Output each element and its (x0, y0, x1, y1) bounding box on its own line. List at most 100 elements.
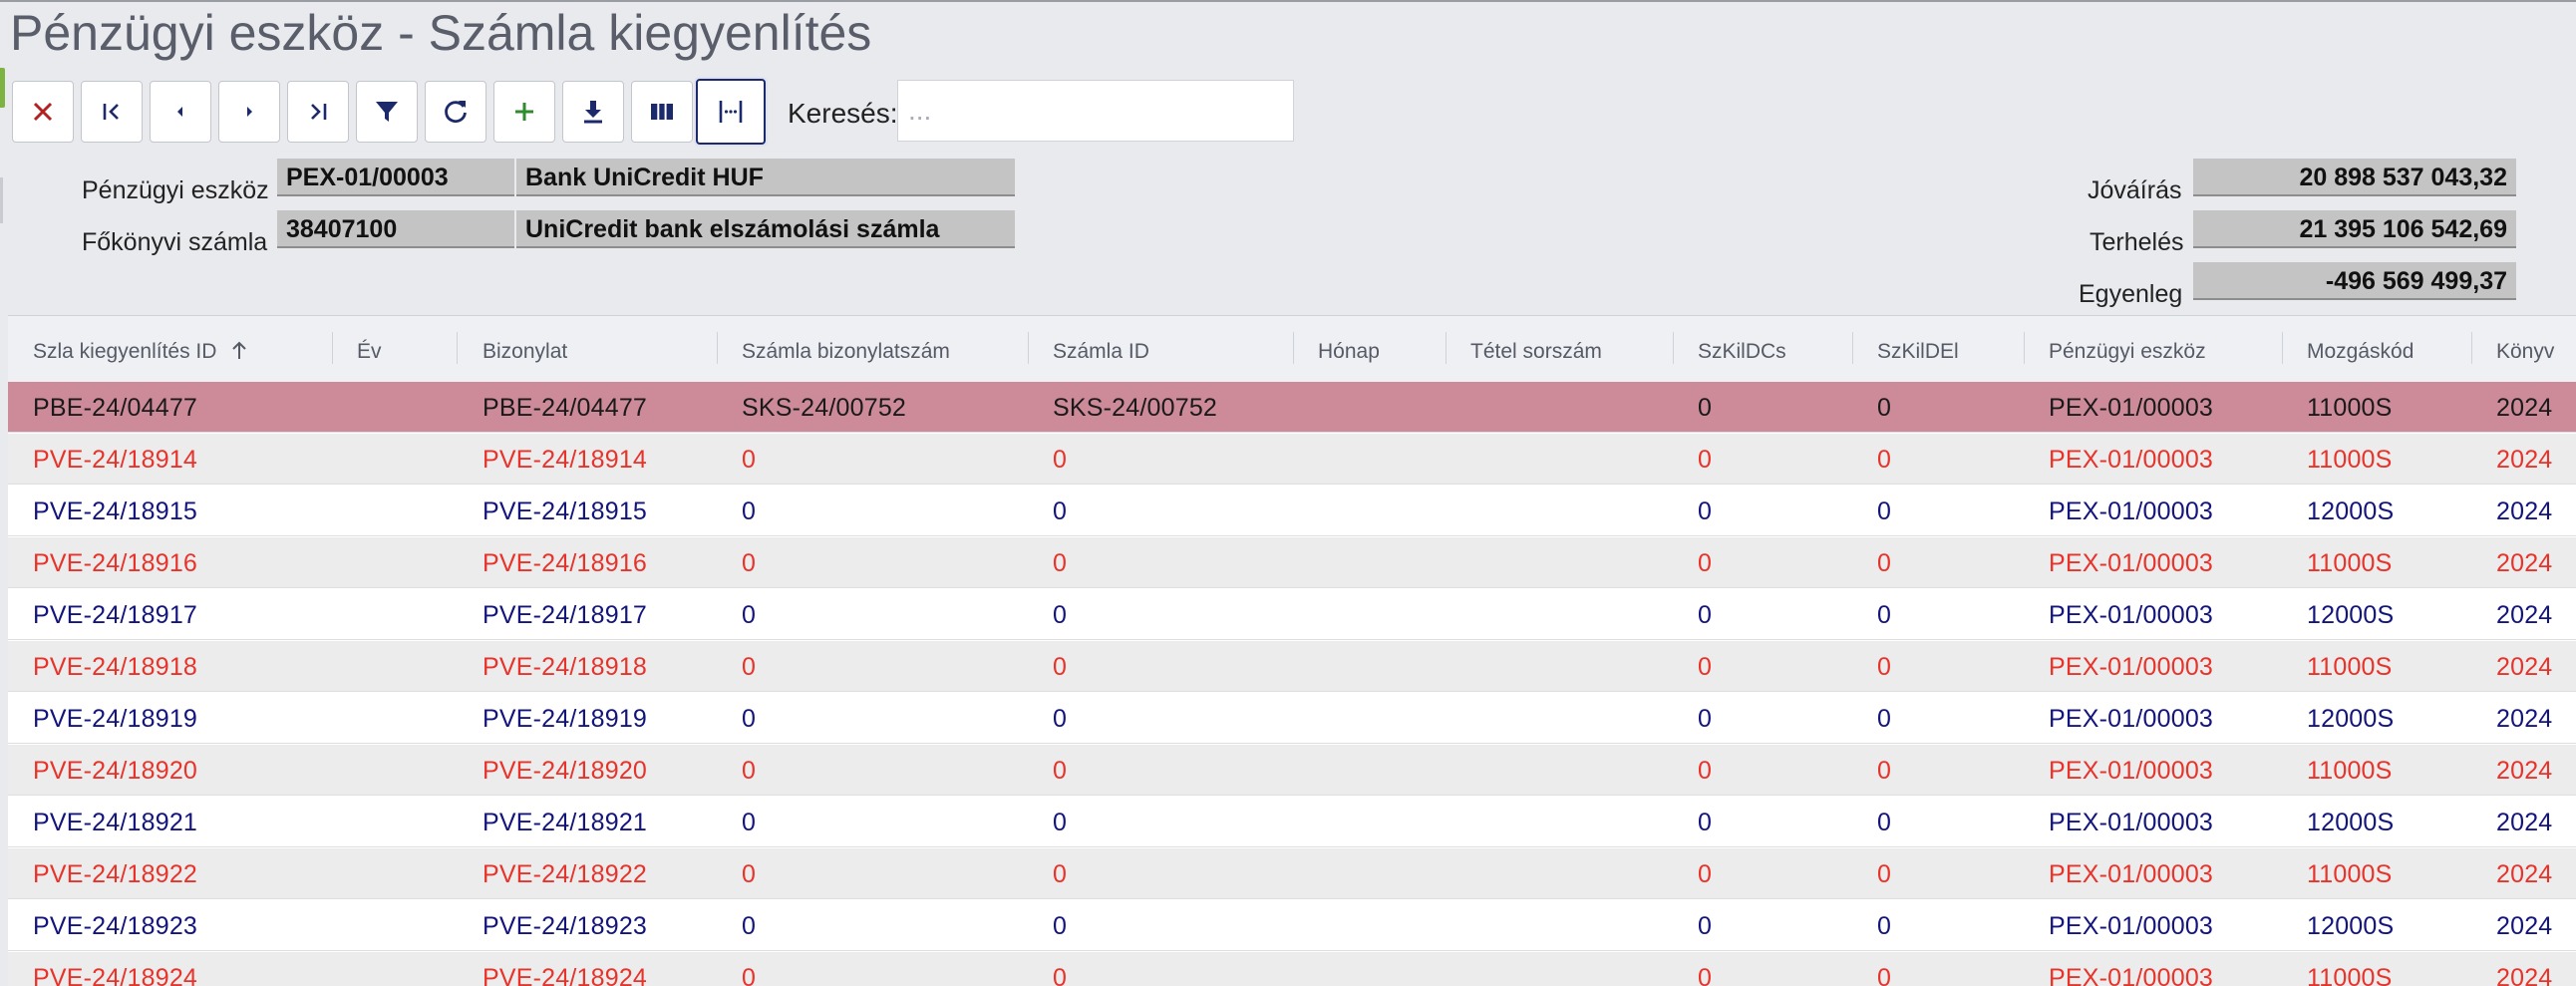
cell-szamla-id: SKS-24/00752 (1053, 394, 1218, 422)
cell-bizonylat: PVE-24/18915 (483, 497, 648, 525)
column-divider (1673, 332, 1674, 364)
cell-szkildcs: 0 (1698, 809, 1713, 836)
asset-label: Pénzügyi eszköz (82, 176, 269, 204)
table-row[interactable]: PVE-24/18914 PVE-24/18914 0 0 0 0 PEX-01/00003… (8, 434, 2576, 485)
cell-szkildcs: 0 (1698, 446, 1713, 474)
cell-bizonylat: PVE-24/18919 (483, 705, 648, 733)
column-divider (1028, 332, 1029, 364)
cell-szamla-bizonylatszam: SKS-24/00752 (742, 394, 907, 422)
cell-konyv: 2024 (2496, 497, 2553, 525)
asset-name-field[interactable]: Bank UniCredit HUF (516, 159, 1015, 196)
cell-penzugyi-eszkoz: PEX-01/00003 (2049, 964, 2214, 986)
column-header-konyv[interactable]: Könyv (2496, 340, 2554, 364)
cell-szamla-id: 0 (1053, 601, 1068, 629)
cell-penzugyi-eszkoz: PEX-01/00003 (2049, 705, 2214, 733)
cell-penzugyi-eszkoz: PEX-01/00003 (2049, 394, 2214, 422)
table-row[interactable]: PBE-24/04477 PBE-24/04477 SKS-24/00752 SKS-… (8, 382, 2576, 433)
column-header-szkildcs[interactable]: SzKilDCs (1698, 340, 1786, 364)
cell-szla-kiegyenlites-id: PVE-24/18920 (33, 757, 198, 785)
table-row[interactable]: PVE-24/18922 PVE-24/18922 0 0 0 0 PEX-01/00003… (8, 848, 2576, 899)
cell-szamla-id: 0 (1053, 964, 1068, 986)
cell-szamla-id: 0 (1053, 705, 1068, 733)
balance-value: -496 569 499,37 (2193, 262, 2516, 300)
first-record-button[interactable] (81, 81, 143, 143)
cell-bizonylat: PVE-24/18921 (483, 809, 648, 836)
cell-mozgaskod: 12000S (2307, 601, 2395, 629)
fit-width-button[interactable] (696, 79, 766, 145)
table-row[interactable]: PVE-24/18917 PVE-24/18917 0 0 0 0 PEX-01/00003… (8, 589, 2576, 640)
cell-szamla-id: 0 (1053, 912, 1068, 940)
table-row[interactable]: PVE-24/18918 PVE-24/18918 0 0 0 0 PEX-01/00003… (8, 641, 2576, 692)
column-header-tetel-sorszam[interactable]: Tétel sorszám (1470, 340, 1602, 364)
next-record-button[interactable] (218, 81, 280, 143)
filter-button[interactable] (356, 81, 418, 143)
credit-value: 20 898 537 043,32 (2193, 159, 2516, 196)
download-icon (584, 101, 602, 124)
cell-mozgaskod: 12000S (2307, 912, 2395, 940)
cell-szkildel: 0 (1877, 705, 1892, 733)
column-header-honap[interactable]: Hónap (1318, 340, 1380, 364)
column-divider (717, 332, 718, 364)
cell-szkildcs: 0 (1698, 653, 1713, 681)
download-button[interactable] (562, 81, 624, 143)
column-header-szamla-bizonylatszam[interactable]: Számla bizonylatszám (742, 340, 950, 364)
cell-szamla-bizonylatszam: 0 (742, 549, 757, 577)
table-row[interactable]: PVE-24/18916 PVE-24/18916 0 0 0 0 PEX-01/00003… (8, 537, 2576, 588)
table-row[interactable]: PVE-24/18924 PVE-24/18924 0 0 0 0 PEX-01/00003… (8, 952, 2576, 986)
debit-label: Terhelés (2090, 228, 2184, 256)
column-header-szkildel[interactable]: SzKilDEl (1877, 340, 1959, 364)
cell-penzugyi-eszkoz: PEX-01/00003 (2049, 497, 2214, 525)
cell-penzugyi-eszkoz: PEX-01/00003 (2049, 757, 2214, 785)
first-page-icon (103, 104, 119, 120)
ledger-code-field[interactable]: 38407100 (277, 210, 514, 248)
cell-szamla-bizonylatszam: 0 (742, 757, 757, 785)
column-divider (457, 332, 458, 364)
refresh-icon (445, 101, 467, 124)
cell-szkildel: 0 (1877, 860, 1892, 888)
table-row[interactable]: PVE-24/18919 PVE-24/18919 0 0 0 0 PEX-01/00003… (8, 693, 2576, 744)
previous-record-button[interactable] (150, 81, 211, 143)
cell-bizonylat: PBE-24/04477 (483, 394, 648, 422)
cell-szamla-bizonylatszam: 0 (742, 912, 757, 940)
cell-mozgaskod: 11000S (2307, 964, 2393, 986)
close-button[interactable] (12, 81, 74, 143)
search-input[interactable] (897, 80, 1294, 142)
asset-code-field[interactable]: PEX-01/00003 (277, 159, 514, 196)
cell-penzugyi-eszkoz: PEX-01/00003 (2049, 653, 2214, 681)
table-row[interactable]: PVE-24/18915 PVE-24/18915 0 0 0 0 PEX-01/00003… (8, 486, 2576, 536)
page-title: Pénzügyi eszköz - Számla kiegyenlítés (10, 5, 872, 61)
cell-szkildel: 0 (1877, 964, 1892, 986)
columns-button[interactable] (631, 81, 693, 143)
table-row[interactable]: PVE-24/18923 PVE-24/18923 0 0 0 0 PEX-01/00003… (8, 900, 2576, 951)
table-row[interactable]: PVE-24/18921 PVE-24/18921 0 0 0 0 PEX-01/00003… (8, 797, 2576, 847)
cell-penzugyi-eszkoz: PEX-01/00003 (2049, 809, 2214, 836)
cell-szamla-bizonylatszam: 0 (742, 653, 757, 681)
column-header-ev[interactable]: Év (357, 340, 382, 364)
last-record-button[interactable] (287, 81, 349, 143)
column-header-szamla-id[interactable]: Számla ID (1053, 340, 1149, 364)
cell-szkildcs: 0 (1698, 497, 1713, 525)
ledger-name-field[interactable]: UniCredit bank elszámolási számla (516, 210, 1015, 248)
status-indicator (0, 68, 5, 108)
cell-szamla-id: 0 (1053, 860, 1068, 888)
fit-width-icon (719, 101, 743, 123)
cell-konyv: 2024 (2496, 757, 2553, 785)
cell-bizonylat: PVE-24/18914 (483, 446, 648, 474)
data-grid: Szla kiegyenlítés ID Év Bizonylat Számla… (8, 315, 2576, 986)
column-header-bizonylat[interactable]: Bizonylat (483, 340, 567, 364)
cell-szla-kiegyenlites-id: PVE-24/18918 (33, 653, 198, 681)
table-row[interactable]: PVE-24/18920 PVE-24/18920 0 0 0 0 PEX-01/00003… (8, 745, 2576, 796)
window-top-border (0, 0, 2576, 2)
cell-konyv: 2024 (2496, 964, 2553, 986)
chevron-left-icon (177, 107, 182, 117)
last-page-icon (311, 104, 327, 120)
column-header-penzugyi-eszkoz[interactable]: Pénzügyi eszköz (2049, 340, 2206, 364)
search-label: Keresés: (788, 98, 898, 129)
cell-konyv: 2024 (2496, 705, 2553, 733)
column-header-szla-kiegyenlites-id[interactable]: Szla kiegyenlítés ID (33, 340, 248, 364)
cell-szla-kiegyenlites-id: PVE-24/18923 (33, 912, 198, 940)
cell-szkildcs: 0 (1698, 912, 1713, 940)
add-button[interactable] (493, 81, 555, 143)
column-header-mozgaskod[interactable]: Mozgáskód (2307, 340, 2414, 364)
refresh-button[interactable] (425, 81, 486, 143)
